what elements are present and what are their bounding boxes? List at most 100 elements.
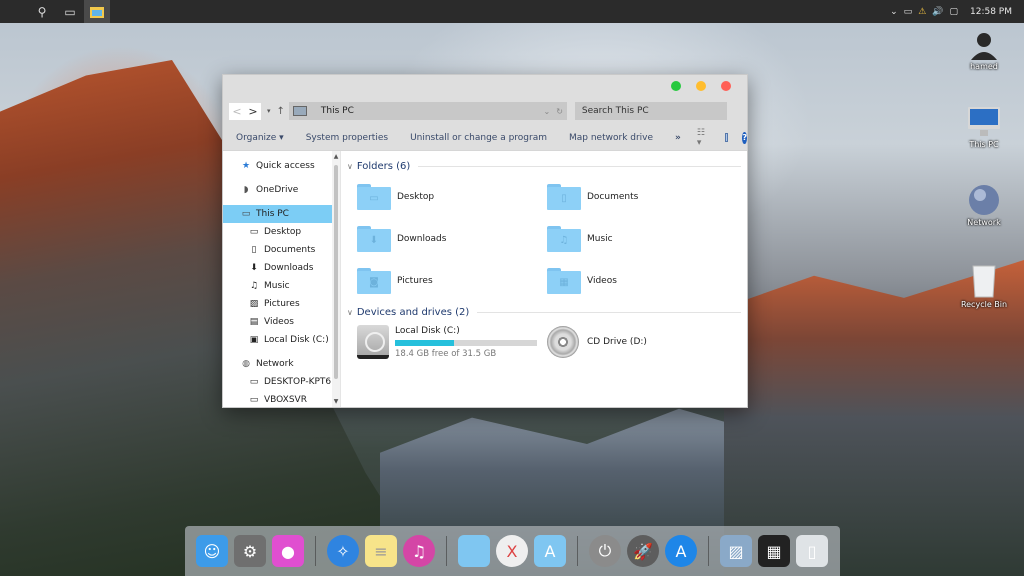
nav-network[interactable]: ◍ Network <box>223 355 340 373</box>
recent-locations-button[interactable]: ▾ <box>267 107 271 115</box>
minimize-button[interactable] <box>696 81 706 91</box>
address-bar[interactable]: This PC ⌄ ↻ <box>288 102 567 120</box>
search-icon[interactable]: ⚲ <box>28 0 56 23</box>
scroll-down-arrow[interactable]: ▼ <box>332 398 340 405</box>
more-commands-button[interactable]: » <box>675 133 681 143</box>
devices-group-header[interactable]: ∨ Devices and drives (2) <box>347 305 741 319</box>
map-network-drive-button[interactable]: Map network drive <box>569 133 653 143</box>
close-button[interactable] <box>721 81 731 91</box>
dock-mission-control-icon[interactable]: ▦ <box>758 535 790 567</box>
scrollbar-thumb[interactable] <box>334 165 338 379</box>
folder-icon: ▦ <box>547 268 581 294</box>
organize-button[interactable]: Organize ▾ <box>236 133 284 143</box>
group-title: Devices and drives (2) <box>356 306 470 318</box>
drive-cd[interactable]: CD Drive (D:) <box>547 325 737 359</box>
desktop-icon-recycle-bin[interactable]: Recycle Bin <box>949 264 1019 309</box>
maximize-button[interactable] <box>671 81 681 91</box>
dock-itunes-icon[interactable]: ♫ <box>403 535 435 567</box>
drive-local-disk[interactable]: Local Disk (C:) 18.4 GB free of 31.5 GB <box>357 325 547 359</box>
nav-local-disk[interactable]: ▣ Local Disk (C:) <box>223 331 340 349</box>
computer-icon: ▭ <box>249 377 259 387</box>
collapse-chevron-icon[interactable]: ∨ <box>347 308 353 317</box>
folders-group-header[interactable]: ∨ Folders (6) <box>347 159 741 173</box>
desktop-icon-label: Recycle Bin <box>960 300 1008 309</box>
dock-launchpad-icon[interactable]: 🚀 <box>627 535 659 567</box>
folder-item[interactable]: ▦ Videos <box>547 265 737 297</box>
nav-downloads[interactable]: ⬇ Downloads <box>223 259 340 277</box>
uninstall-program-button[interactable]: Uninstall or change a program <box>410 133 547 143</box>
documents-icon: ▯ <box>251 245 257 255</box>
preview-pane-icon[interactable] <box>724 133 729 142</box>
help-icon[interactable]: ? <box>742 131 747 144</box>
back-button[interactable]: < <box>229 103 245 120</box>
command-bar: Organize ▾ System properties Uninstall o… <box>223 125 747 151</box>
dock-power-icon[interactable]: ⏻ <box>589 535 621 567</box>
dock-separator <box>708 536 709 566</box>
divider <box>418 165 741 167</box>
dock-trash-icon[interactable]: ▯ <box>796 535 828 567</box>
nav-this-pc[interactable]: ▭ This PC <box>223 205 340 223</box>
nav-music[interactable]: ♫ Music <box>223 277 340 295</box>
apple-icon[interactable] <box>0 0 28 23</box>
search-input[interactable]: Search This PC <box>574 102 727 120</box>
title-bar[interactable] <box>223 75 747 97</box>
dock-game-center-icon[interactable]: ● <box>272 535 304 567</box>
dock-system-preferences-icon[interactable]: ⚙ <box>234 535 266 567</box>
nav-documents[interactable]: ▯ Documents <box>223 241 340 259</box>
address-dropdown-icon[interactable]: ⌄ <box>544 107 551 116</box>
nav-label: Local Disk (C:) <box>264 335 329 345</box>
system-properties-button[interactable]: System properties <box>306 133 388 143</box>
nav-pictures[interactable]: ▨ Pictures <box>223 295 340 313</box>
task-view-icon[interactable]: ▭ <box>56 0 84 23</box>
dock-os-x-icon[interactable]: X <box>496 535 528 567</box>
dock-finder-icon[interactable]: ☺ <box>196 535 228 567</box>
folder-item[interactable]: ⬇ Downloads <box>357 223 547 255</box>
collapse-chevron-icon[interactable]: ∨ <box>347 162 353 171</box>
dock-applications-folder-icon[interactable]: A <box>534 535 566 567</box>
view-options-icon[interactable]: ☷ ▾ <box>697 128 705 148</box>
network-warning-icon[interactable]: ⚠ <box>918 7 926 17</box>
desktop-icon-label: hamed <box>970 62 998 71</box>
desktop-icon-user[interactable]: hamed <box>949 30 1019 71</box>
dock-preview-icon[interactable]: ▨ <box>720 535 752 567</box>
battery-icon[interactable]: ▭ <box>904 7 913 17</box>
disk-icon: ▣ <box>249 335 259 345</box>
up-button[interactable]: ↑ <box>277 106 285 117</box>
desktop-icon-this-pc[interactable]: This PC <box>949 106 1019 149</box>
nav-quick-access[interactable]: ★ Quick access <box>223 157 340 175</box>
dock-documents-folder-icon[interactable] <box>458 535 490 567</box>
forward-button[interactable]: > <box>245 103 261 120</box>
dock-notes-icon[interactable]: ≡ <box>365 535 397 567</box>
user-icon <box>971 33 997 60</box>
clock[interactable]: 12:58 PM <box>970 7 1012 17</box>
drive-usage-fill <box>395 339 455 346</box>
scroll-up-arrow[interactable]: ▲ <box>332 153 340 160</box>
folder-item[interactable]: ♫ Music <box>547 223 737 255</box>
dock-separator <box>577 536 578 566</box>
dock-separator <box>315 536 316 566</box>
tray-chevron-icon[interactable]: ⌄ <box>890 7 898 17</box>
dock-safari-icon[interactable]: ✧ <box>327 535 359 567</box>
nav-videos[interactable]: ▤ Videos <box>223 313 340 331</box>
refresh-icon[interactable]: ↻ <box>556 107 563 116</box>
volume-icon[interactable]: 🔊 <box>932 7 943 17</box>
desktop-icon-network[interactable]: Network <box>949 184 1019 227</box>
folder-item[interactable]: ▭ Desktop <box>357 181 547 213</box>
folder-item[interactable]: ◙ Pictures <box>357 265 547 297</box>
imac-icon <box>968 107 1000 136</box>
drive-usage-bar <box>395 339 537 346</box>
notifications-icon[interactable]: ▢ <box>949 7 958 17</box>
cd-drive-icon <box>547 326 579 358</box>
nav-desktop[interactable]: ▭ Desktop <box>223 223 340 241</box>
folder-item[interactable]: ▯ Documents <box>547 181 737 213</box>
content-pane: ∨ Folders (6) ▭ Desktop ▯ Documents ⬇ Downloa… <box>341 151 747 407</box>
dock-app-store-icon[interactable]: A <box>665 535 697 567</box>
nav-onedrive[interactable]: ◗ OneDrive <box>223 181 340 199</box>
nav-network-computer[interactable]: ▭ DESKTOP-KPT6F <box>223 373 340 391</box>
nav-scrollbar[interactable]: ▲ ▼ <box>332 151 340 407</box>
nav-label: Downloads <box>264 263 314 273</box>
folder-icon: ▯ <box>547 184 581 210</box>
nav-network-computer[interactable]: ▭ VBOXSVR <box>223 391 340 407</box>
file-explorer-icon[interactable] <box>84 0 110 23</box>
folder-icon: ♫ <box>547 226 581 252</box>
